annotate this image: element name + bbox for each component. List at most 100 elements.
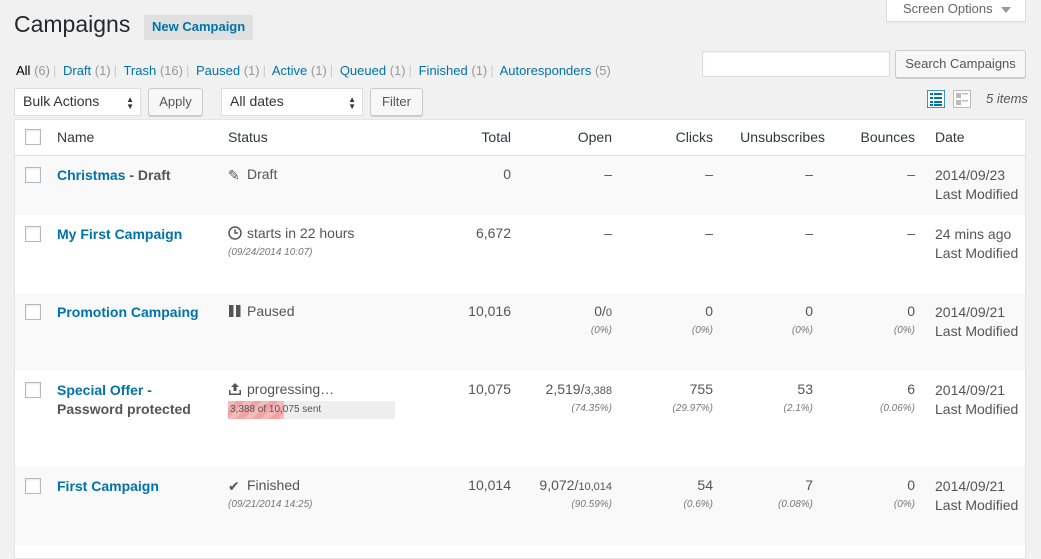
total-cell: 6,672 xyxy=(475,225,511,241)
filter-count: (1) xyxy=(243,63,260,78)
unsub-percent: (0%) xyxy=(791,325,813,336)
filter-label: Queued xyxy=(339,63,387,78)
column-clicks[interactable]: Clicks xyxy=(615,129,713,145)
row-checkbox[interactable] xyxy=(25,478,41,494)
filter-count: (16) xyxy=(159,63,183,78)
campaign-link[interactable]: Special Offer - xyxy=(57,382,152,398)
open-cell: 0/0 (0%) xyxy=(515,303,612,336)
new-campaign-button[interactable]: New Campaign xyxy=(144,15,254,40)
column-total[interactable]: Total xyxy=(435,129,511,145)
status-text: Paused xyxy=(247,303,295,319)
clicks-cell: – xyxy=(705,166,713,182)
filter-active[interactable]: Active (1) xyxy=(272,63,327,78)
search-input[interactable] xyxy=(702,51,890,77)
filter-count: (6) xyxy=(34,63,50,78)
select-arrows-icon: ▲ ▼ xyxy=(348,95,356,111)
date-sub: Last Modified xyxy=(935,245,1019,261)
table-header: Name Status Total Open Clicks Unsubscrib… xyxy=(15,120,1025,156)
select-all-checkbox[interactable] xyxy=(25,129,41,145)
unsubscribes-cell: – xyxy=(805,225,813,241)
status-cell: Paused xyxy=(228,303,428,321)
open-sent: 3,388 xyxy=(584,385,612,397)
dates-select[interactable]: All dates ▲ ▼ xyxy=(221,88,363,116)
clicks-cell: 0 (0%) xyxy=(615,303,713,336)
page-title: Campaigns xyxy=(14,11,131,37)
table-row: First Campaign ✔ Finished (09/21/2014 14:… xyxy=(15,467,1025,545)
screen-options-button[interactable]: Screen Options xyxy=(886,0,1026,22)
filter-trash[interactable]: Trash (16) xyxy=(123,63,183,78)
status-text: starts in 22 hours xyxy=(247,225,355,241)
total-cell: 0 xyxy=(503,166,511,182)
status-subtext: (09/21/2014 14:25) xyxy=(228,498,313,510)
name-suffix: - Draft xyxy=(125,167,171,183)
column-open[interactable]: Open xyxy=(515,129,612,145)
total-cell: 10,075 xyxy=(468,381,511,397)
apply-button[interactable]: Apply xyxy=(148,88,203,116)
bounces-cell: 6 (0.06%) xyxy=(830,381,915,414)
row-checkbox[interactable] xyxy=(25,226,41,242)
open-sent: 0 xyxy=(605,307,612,319)
status-subtext: (09/24/2014 10:07) xyxy=(228,246,313,258)
clicks-value: 0 xyxy=(705,303,713,319)
list-view-icon[interactable] xyxy=(927,90,945,108)
filter-label: Trash xyxy=(123,63,157,78)
campaign-link[interactable]: First Campaign xyxy=(57,478,159,494)
open-sent: 10,014 xyxy=(578,481,612,493)
unsub-percent: (2.1%) xyxy=(783,403,813,414)
column-unsubscribes[interactable]: Unsubscribes xyxy=(715,129,825,145)
bounces-percent: (0%) xyxy=(893,499,915,510)
filter-all[interactable]: All (6) xyxy=(16,63,50,78)
table-row: Christmas - Draft ✎ Draft 0 – – – – 2014/… xyxy=(15,156,1025,215)
column-bounces[interactable]: Bounces xyxy=(830,129,915,145)
row-checkbox[interactable] xyxy=(25,304,41,320)
column-date[interactable]: Date xyxy=(935,129,965,145)
unsub-value: 53 xyxy=(797,381,813,397)
campaign-link[interactable]: Promotion Campaing xyxy=(57,304,199,320)
clicks-percent: (0%) xyxy=(691,325,713,336)
table-row: Special Offer - Password protected progre… xyxy=(15,371,1025,467)
open-cell: 2,519/3,388 (74.35%) xyxy=(515,381,612,414)
filter-finished[interactable]: Finished (1) xyxy=(419,63,488,78)
excerpt-view-icon[interactable] xyxy=(953,90,971,108)
campaign-name: Special Offer - Password protected xyxy=(57,381,217,419)
bulk-actions-select[interactable]: Bulk Actions ▲ ▼ xyxy=(14,88,141,116)
open-percent: (0%) xyxy=(590,325,612,336)
column-status[interactable]: Status xyxy=(228,129,268,145)
row-checkbox[interactable] xyxy=(25,167,41,183)
campaign-name: Christmas - Draft xyxy=(57,166,217,185)
filter-queued[interactable]: Queued (1) xyxy=(340,63,406,78)
campaigns-table: Name Status Total Open Clicks Unsubscrib… xyxy=(14,119,1026,559)
filter-paused[interactable]: Paused (1) xyxy=(196,63,260,78)
campaign-link[interactable]: Christmas xyxy=(57,167,125,183)
date-value: 2014/09/21 xyxy=(935,478,1006,494)
bounces-cell: – xyxy=(907,225,915,241)
date-sub: Last Modified xyxy=(935,401,1019,417)
clicks-cell: – xyxy=(705,225,713,241)
row-checkbox[interactable] xyxy=(25,382,41,398)
date-cell: 24 mins ago Last Modified xyxy=(935,225,1025,263)
pause-icon xyxy=(228,304,244,321)
bulk-actions-value: Bulk Actions xyxy=(23,93,100,109)
filter-count: (1) xyxy=(310,63,327,78)
search-campaigns-button[interactable]: Search Campaigns xyxy=(895,50,1026,78)
column-name[interactable]: Name xyxy=(57,129,94,145)
open-value: 0/ xyxy=(594,303,606,319)
bounces-cell: – xyxy=(907,166,915,182)
date-cell: 2014/09/21 Last Modified xyxy=(935,303,1025,341)
total-cell: 10,014 xyxy=(468,477,511,493)
total-cell: 10,016 xyxy=(468,303,511,319)
table-row: My First Campaign starts in 22 hours (09… xyxy=(15,215,1025,293)
unsub-value: 0 xyxy=(805,303,813,319)
progress-text: 3,388 of 10,075 sent xyxy=(230,403,322,415)
filter-count: (1) xyxy=(94,63,111,78)
filter-draft[interactable]: Draft (1) xyxy=(63,63,111,78)
campaign-link[interactable]: My First Campaign xyxy=(57,226,182,242)
filter-autoresponders[interactable]: Autoresponders (5) xyxy=(500,63,611,78)
clicks-cell: 54 (0.6%) xyxy=(615,477,713,510)
date-sub: Last Modified xyxy=(935,323,1019,339)
filter-label: Finished xyxy=(418,63,468,78)
filter-button[interactable]: Filter xyxy=(370,88,423,116)
open-cell: – xyxy=(604,225,612,241)
bounces-cell: 0 (0%) xyxy=(830,303,915,336)
unsubscribes-cell: 7 (0.08%) xyxy=(715,477,813,510)
